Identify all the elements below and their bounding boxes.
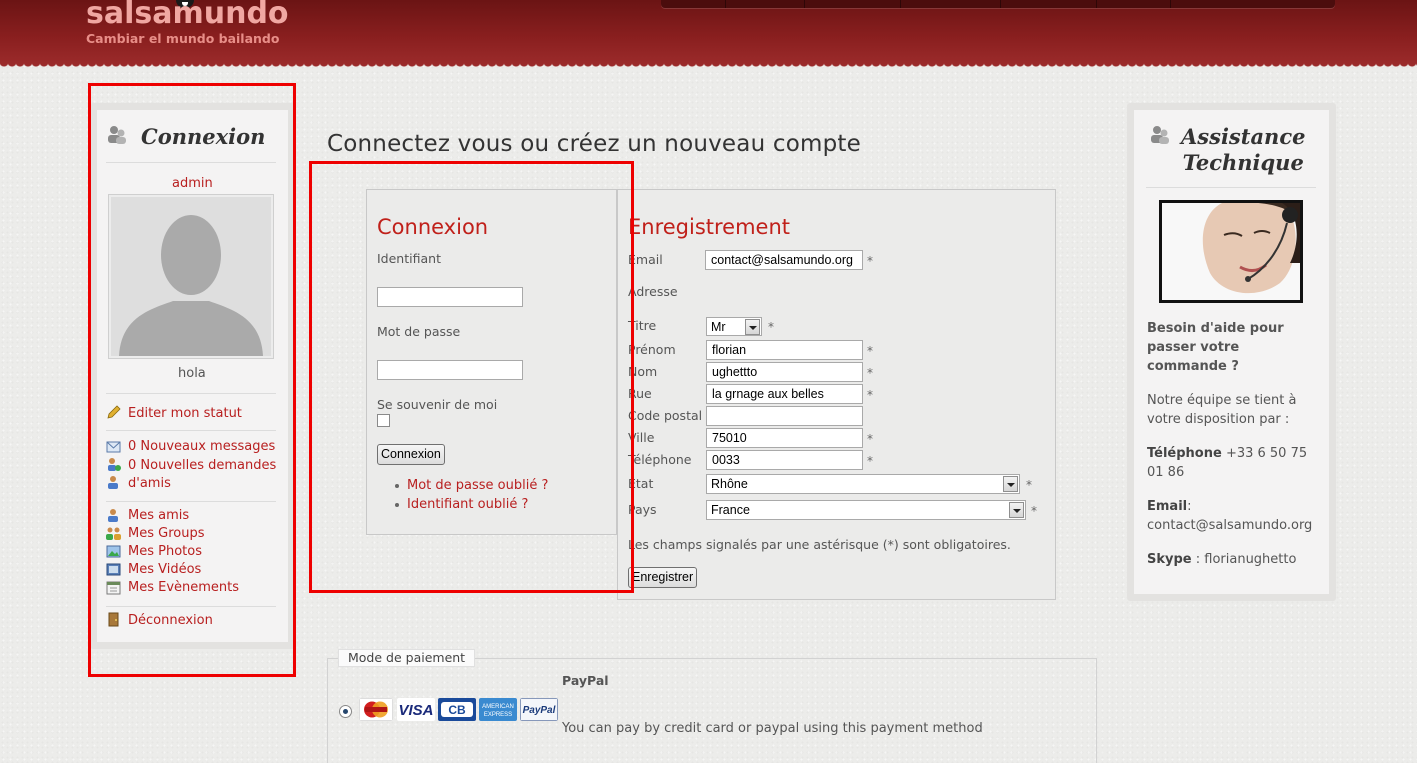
payment-legend: Mode de paiement [338,649,476,667]
required-marker: * [867,344,873,358]
title-select[interactable]: Mr [706,317,762,336]
zip-input[interactable] [706,406,863,426]
required-marker: * [867,432,873,446]
support-help-text: Besoin d'aide pour passer votre commande… [1147,319,1284,376]
address-label: Adresse [628,284,678,299]
required-marker: * [867,254,873,268]
paypal-radio[interactable] [339,705,352,718]
support-email-colon: : [1187,499,1192,514]
chevron-down-icon [1003,476,1018,492]
state-select[interactable]: Rhône [706,474,1020,494]
cb-card-icon: CB [438,698,476,721]
zip-label: Code postal [628,408,703,423]
top-navigation[interactable] [661,0,1335,8]
support-email-label: Email [1147,499,1188,514]
support-team-text: Notre équipe se tient à votre dispositio… [1147,391,1297,429]
support-title-line2: Technique [1182,150,1304,175]
payment-method-description: You can pay by credit card or paypal usi… [562,721,983,736]
state-select-value: Rhône [711,477,748,491]
page-title: Connectez vous ou créez un nouveau compt… [327,131,861,157]
lastname-input[interactable]: ughettto [706,362,863,382]
support-team-line2: votre disposition par : [1147,412,1290,427]
country-select-value: France [711,503,750,517]
phone-input[interactable]: 0033 [706,450,863,470]
mastercard-icon [359,698,393,721]
payment-method-name: PayPal [562,673,609,688]
required-marker: * [1026,478,1032,492]
country-select[interactable]: France [706,500,1026,520]
svg-text:PayPal: PayPal [523,705,556,716]
support-help-line1: Besoin d'aide pour [1147,321,1284,336]
site-header: salsamundo Cambiar el mundo bailando [0,0,1417,69]
american-express-icon: AMERICAN EXPRESS [479,698,517,721]
support-agent-photo [1159,200,1303,303]
visa-icon: VISA [397,698,435,721]
brand-tagline: Cambiar el mundo bailando [86,31,280,46]
divider [1146,187,1316,188]
firstname-input[interactable]: florian [706,340,863,360]
headset-agent-icon [1162,203,1300,300]
email-input[interactable]: contact@salsamundo.org [705,250,863,270]
title-select-value: Mr [711,320,726,334]
support-phone-value-line2: 01 86 [1147,465,1185,480]
highlight-frame-member-panel [88,83,296,677]
city-input[interactable]: 75010 [706,428,863,448]
support-phone-value: +33 6 50 75 [1225,446,1308,461]
firstname-label: Prénom [628,342,676,357]
support-help-line2: passer votre [1147,340,1240,355]
highlight-frame-login-box [309,161,634,593]
users-icon [1151,126,1169,144]
chevron-down-icon [1009,502,1024,518]
svg-text:EXPRESS: EXPRESS [484,712,512,718]
register-button[interactable]: Enregistrer [628,567,698,588]
phone-label: Téléphone [628,452,692,467]
support-phone-label: Téléphone [1147,446,1222,461]
required-fields-note: Les champs signalés par une astérisque (… [628,537,1011,552]
support-title: Assistance Technique [1181,124,1305,176]
support-team-line1: Notre équipe se tient à [1147,393,1297,408]
required-marker: * [867,366,873,380]
brand-logo[interactable]: salsamundo [86,0,289,31]
support-skype-label: Skype [1147,552,1192,567]
support-email: Email: contact@salsamundo.org [1147,497,1312,535]
support-phone: Téléphone +33 6 50 75 01 86 [1147,444,1307,482]
support-skype-value: : florianughetto [1195,552,1297,567]
svg-text:CB: CB [448,703,466,717]
registration-title: Enregistrement [628,215,791,239]
required-marker: * [768,320,774,334]
support-help-line3: commande ? [1147,359,1239,374]
street-input[interactable]: la grnage aux belles [706,384,863,404]
required-marker: * [1031,504,1037,518]
support-email-value[interactable]: contact@salsamundo.org [1147,518,1312,533]
paypal-icon: PayPal [520,698,558,721]
svg-text:VISA: VISA [398,702,433,719]
required-marker: * [867,388,873,402]
support-title-line1: Assistance [1181,124,1306,149]
svg-text:AMERICAN: AMERICAN [482,704,514,710]
support-skype: Skype : florianughetto [1147,550,1296,569]
chevron-down-icon [745,319,760,335]
required-marker: * [867,454,873,468]
